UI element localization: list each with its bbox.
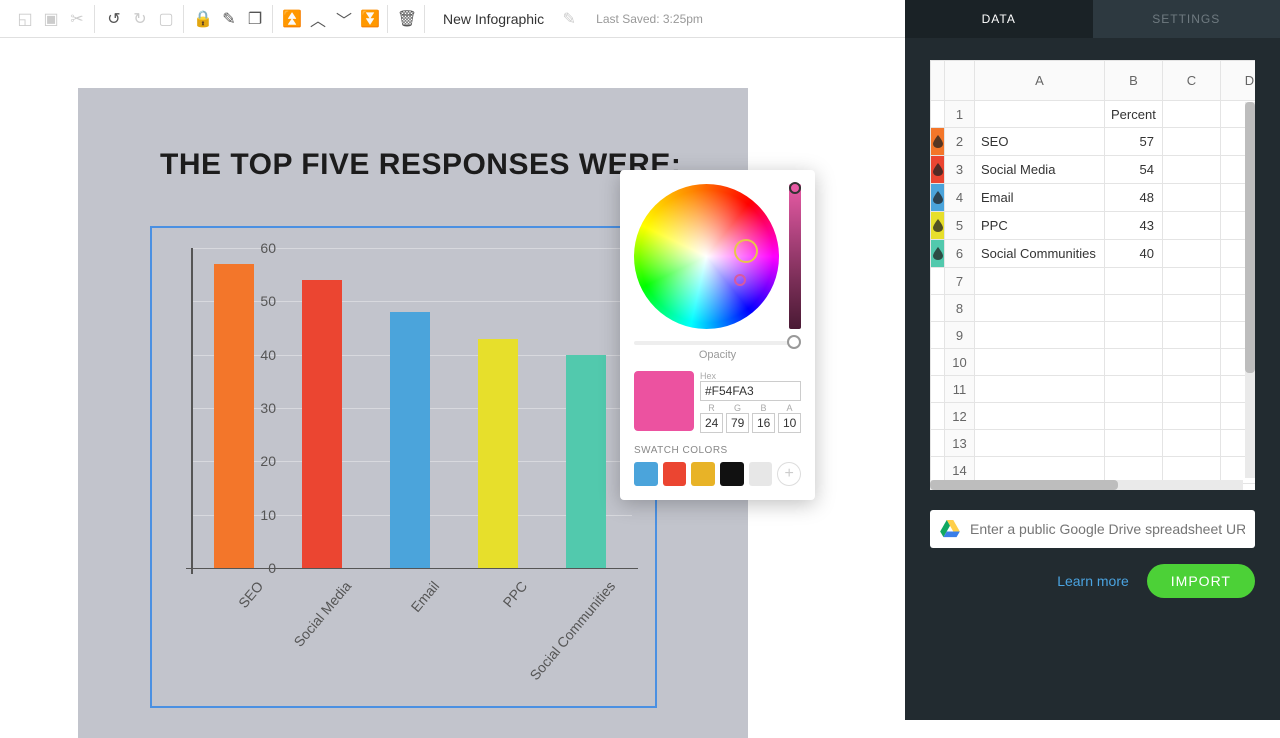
tab-settings[interactable]: SETTINGS [1093, 0, 1280, 38]
edit-icon[interactable]: ✎ [218, 8, 240, 30]
opacity-label: Opacity [634, 349, 801, 361]
redo-icon[interactable]: ↻ [129, 8, 151, 30]
row-color-marker[interactable] [931, 156, 945, 184]
table-row[interactable]: 10 [931, 349, 1256, 376]
copy-icon[interactable]: ❐ [244, 8, 266, 30]
frame-icon[interactable]: ▢ [155, 8, 177, 30]
x-label: SEO [164, 578, 266, 696]
wheel-marker-1[interactable] [734, 239, 758, 263]
trash-icon[interactable]: 🗑 [396, 8, 418, 30]
rename-icon[interactable]: ✎ [558, 8, 580, 30]
table-row[interactable]: 1Percent [931, 101, 1256, 128]
row-color-marker[interactable] [931, 212, 945, 240]
x-label: Social Media [252, 578, 354, 696]
hex-input[interactable] [700, 381, 801, 401]
table-row[interactable]: 13 [931, 430, 1256, 457]
r-input[interactable] [700, 413, 723, 433]
row-color-marker[interactable] [931, 240, 945, 268]
bar-ppc[interactable] [478, 339, 518, 568]
hue-slider[interactable] [789, 184, 801, 329]
column-header-row: A B C D E [931, 61, 1256, 101]
bring-forward-icon[interactable]: ︿ [307, 8, 329, 30]
x-label: PPC [428, 578, 530, 696]
opacity-slider[interactable] [634, 341, 801, 345]
vertical-scrollbar[interactable] [1245, 102, 1255, 478]
opacity-handle[interactable] [787, 335, 801, 349]
row-color-marker[interactable] [931, 184, 945, 212]
table-row[interactable]: 11 [931, 376, 1256, 403]
cell[interactable]: Social Communities [975, 240, 1105, 268]
hue-handle[interactable] [789, 182, 801, 194]
last-saved: Last Saved: 3:25pm [588, 12, 703, 26]
import-button[interactable]: IMPORT [1147, 564, 1255, 598]
wheel-marker-2[interactable] [734, 274, 746, 286]
col-color [931, 61, 945, 101]
data-spreadsheet[interactable]: A B C D E 1Percent2SEO573Social Media544… [930, 60, 1255, 490]
add-swatch-button[interactable]: + [777, 462, 801, 486]
cell[interactable]: 43 [1105, 212, 1163, 240]
cell[interactable]: Email [975, 184, 1105, 212]
table-row[interactable]: 2SEO57 [931, 128, 1256, 156]
lock-icon[interactable]: 🔒 [192, 8, 214, 30]
col-C[interactable]: C [1163, 61, 1221, 101]
horizontal-scrollbar[interactable] [930, 480, 1243, 490]
col-D[interactable]: D [1221, 61, 1256, 101]
google-drive-icon [940, 520, 960, 538]
right-panel: DATA SETTINGS A B C D E 1Percent2SEO573S… [905, 0, 1280, 720]
a-input[interactable] [778, 413, 801, 433]
table-row[interactable]: 4Email48 [931, 184, 1256, 212]
undo-icon[interactable]: ↺ [103, 8, 125, 30]
cell[interactable]: 57 [1105, 128, 1163, 156]
bring-front-icon[interactable]: ⏫ [281, 8, 303, 30]
color-wheel[interactable] [634, 184, 779, 329]
swatch[interactable] [691, 462, 715, 486]
gdrive-import-box [930, 510, 1255, 548]
table-row[interactable]: 5PPC43 [931, 212, 1256, 240]
swatch[interactable] [663, 462, 687, 486]
cell[interactable]: 48 [1105, 184, 1163, 212]
cell[interactable]: PPC [975, 212, 1105, 240]
swatch[interactable] [749, 462, 773, 486]
table-row[interactable]: 8 [931, 295, 1256, 322]
col-rownum [945, 61, 975, 101]
cell[interactable]: SEO [975, 128, 1105, 156]
y-axis [191, 248, 193, 574]
toolbar: ◱ ▣ ✂ ↺ ↻ ▢ 🔒 ✎ ❐ ⏫ ︿ ﹀ ⏬ 🗑 New Infograp… [0, 0, 905, 38]
hex-label: Hex [700, 371, 801, 381]
shape-icon[interactable]: ◱ [14, 8, 36, 30]
table-row[interactable]: 6Social Communities40 [931, 240, 1256, 268]
tab-data[interactable]: DATA [905, 0, 1093, 38]
swatch-colors-label: SWATCH COLORS [634, 445, 801, 456]
table-row[interactable]: 3Social Media54 [931, 156, 1256, 184]
bar-social-media[interactable] [302, 280, 342, 568]
table-row[interactable]: 9 [931, 322, 1256, 349]
swatch[interactable] [634, 462, 658, 486]
color-preview [634, 371, 694, 431]
bar-seo[interactable] [214, 264, 254, 568]
learn-more-link[interactable]: Learn more [1057, 573, 1129, 589]
b-input[interactable] [752, 413, 775, 433]
send-back-icon[interactable]: ⏬ [359, 8, 381, 30]
g-input[interactable] [726, 413, 749, 433]
gdrive-url-input[interactable] [970, 521, 1245, 537]
swatch[interactable] [720, 462, 744, 486]
image-icon[interactable]: ▣ [40, 8, 62, 30]
table-row[interactable]: 12 [931, 403, 1256, 430]
row-color-marker[interactable] [931, 128, 945, 156]
color-picker[interactable]: Opacity Hex R G B A SWATCH COLORS + [620, 170, 815, 500]
x-label: Social Communities [516, 578, 618, 696]
col-B[interactable]: B [1105, 61, 1163, 101]
send-backward-icon[interactable]: ﹀ [333, 8, 355, 30]
bar-email[interactable] [390, 312, 430, 568]
col-A[interactable]: A [975, 61, 1105, 101]
table-row[interactable]: 7 [931, 268, 1256, 295]
document-title[interactable]: New Infographic [433, 11, 554, 27]
cell[interactable]: Social Media [975, 156, 1105, 184]
crop-icon[interactable]: ✂ [66, 8, 88, 30]
x-label: Email [340, 578, 442, 696]
cell[interactable]: 54 [1105, 156, 1163, 184]
bar-social-communities[interactable] [566, 355, 606, 568]
cell[interactable]: 40 [1105, 240, 1163, 268]
